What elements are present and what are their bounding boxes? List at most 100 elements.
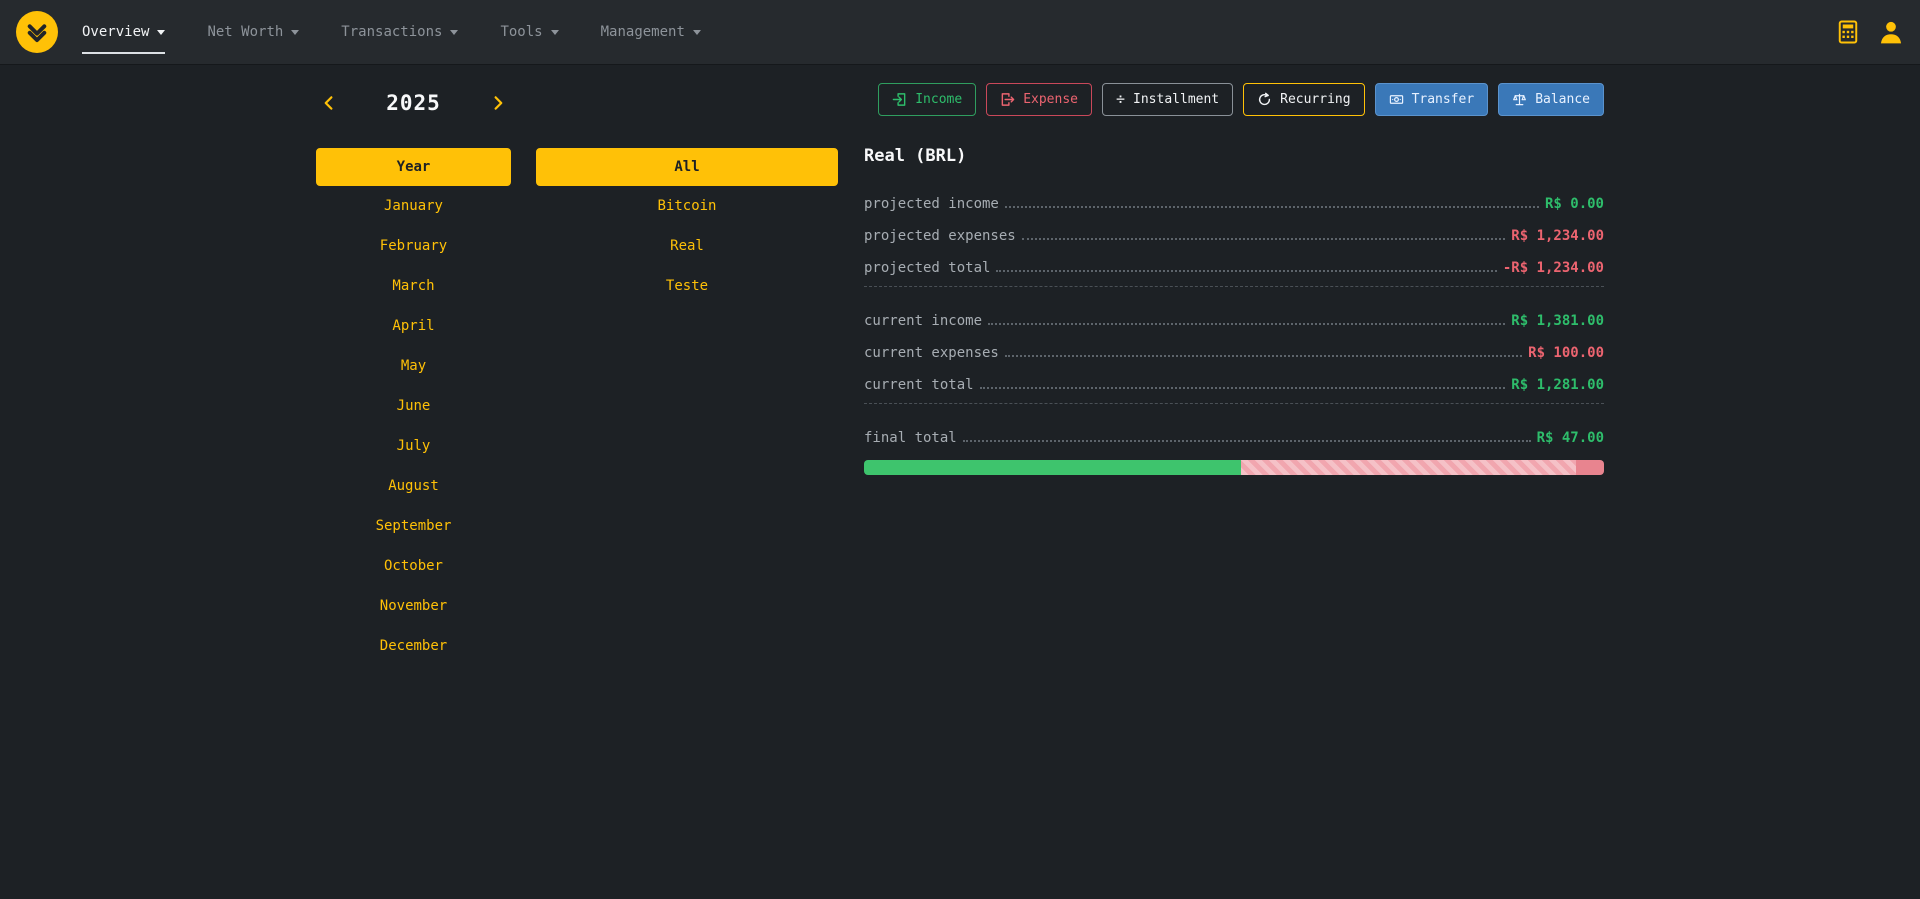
budget-progress-bar [864, 460, 1604, 475]
double-chevron-logo-icon [24, 19, 50, 45]
main-content: 2025 Year January February March April M… [0, 65, 1920, 666]
summary-row-projected-expenses: projected expenses R$ 1,234.00 [864, 218, 1604, 244]
summary-row-current-income: current income R$ 1,381.00 [864, 303, 1604, 329]
year-navigation: 2025 [316, 83, 511, 123]
caret-down-icon [157, 30, 165, 35]
nav-tools-label: Tools [500, 24, 542, 40]
nav-overview-label: Overview [82, 24, 149, 40]
transfer-filter-button[interactable]: Transfer [1375, 83, 1489, 116]
wallet-selector-spacer [536, 83, 838, 123]
row-label: current total [864, 377, 974, 393]
dotted-leader [980, 387, 1506, 389]
month-link-december[interactable]: December [316, 626, 511, 666]
month-link-february[interactable]: February [316, 226, 511, 266]
divide-icon: ÷ [1116, 92, 1125, 107]
summary-row-final-total: final total R$ 47.00 [864, 420, 1604, 446]
dotted-leader [1005, 206, 1539, 208]
box-arrow-in-right-icon [892, 92, 907, 107]
nav-tools[interactable]: Tools [500, 18, 558, 46]
next-year-button[interactable] [486, 89, 509, 117]
nav-management[interactable]: Management [601, 18, 701, 46]
repeat-icon [1257, 92, 1272, 107]
navbar-right [1836, 19, 1904, 45]
caret-down-icon [450, 30, 458, 35]
row-label: projected income [864, 196, 999, 212]
month-link-june[interactable]: June [316, 386, 511, 426]
progress-income-segment [864, 460, 1241, 475]
chevron-left-icon [322, 93, 337, 113]
year-button[interactable]: Year [316, 148, 511, 186]
row-value: R$ 100.00 [1528, 345, 1604, 361]
app-logo[interactable] [16, 11, 58, 53]
month-link-november[interactable]: November [316, 586, 511, 626]
summary-row-projected-total: projected total -R$ 1,234.00 [864, 250, 1604, 276]
row-value: -R$ 1,234.00 [1503, 260, 1604, 276]
user-icon[interactable] [1878, 19, 1904, 45]
month-link-july[interactable]: July [316, 426, 511, 466]
month-link-january[interactable]: January [316, 186, 511, 226]
month-link-april[interactable]: April [316, 306, 511, 346]
prev-year-button[interactable] [318, 89, 341, 117]
caret-down-icon [291, 30, 299, 35]
summary-row-current-expenses: current expenses R$ 100.00 [864, 335, 1604, 361]
cash-icon [1389, 92, 1404, 107]
wallet-link-teste[interactable]: Teste [536, 266, 838, 306]
nav-management-label: Management [601, 24, 685, 40]
month-link-march[interactable]: March [316, 266, 511, 306]
row-label: final total [864, 430, 957, 446]
scales-icon [1512, 92, 1527, 107]
row-label: current expenses [864, 345, 999, 361]
recurring-filter-label: Recurring [1280, 92, 1350, 107]
caret-down-icon [551, 30, 559, 35]
dotted-leader [996, 270, 1496, 272]
chevron-right-icon [490, 93, 505, 113]
section-divider [864, 403, 1604, 404]
currency-title: Real (BRL) [864, 146, 1604, 166]
row-value: R$ 47.00 [1537, 430, 1604, 446]
income-filter-button[interactable]: Income [878, 83, 976, 116]
balance-filter-label: Balance [1535, 92, 1590, 107]
row-label: projected expenses [864, 228, 1016, 244]
wallet-selector: All Bitcoin Real Teste [536, 83, 838, 666]
income-filter-label: Income [915, 92, 962, 107]
period-selector: 2025 Year January February March April M… [316, 83, 511, 666]
nav-net-worth-label: Net Worth [207, 24, 283, 40]
navbar: Overview Net Worth Transactions Tools Ma… [0, 0, 1920, 65]
row-value: R$ 1,234.00 [1511, 228, 1604, 244]
nav-transactions-label: Transactions [341, 24, 442, 40]
month-link-september[interactable]: September [316, 506, 511, 546]
wallet-link-bitcoin[interactable]: Bitcoin [536, 186, 838, 226]
dotted-leader [988, 323, 1505, 325]
balance-filter-button[interactable]: Balance [1498, 83, 1604, 116]
installment-filter-button[interactable]: ÷ Installment [1102, 83, 1233, 116]
transaction-filters: Income Expense ÷ Installment Recurring [864, 83, 1604, 116]
month-link-august[interactable]: August [316, 466, 511, 506]
year-label: 2025 [386, 91, 441, 115]
row-label: projected total [864, 260, 990, 276]
row-label: current income [864, 313, 982, 329]
calculator-icon[interactable] [1836, 20, 1860, 44]
expense-filter-button[interactable]: Expense [986, 83, 1092, 116]
installment-filter-label: Installment [1133, 92, 1219, 107]
dotted-leader [1022, 238, 1506, 240]
wallet-link-real[interactable]: Real [536, 226, 838, 266]
box-arrow-right-icon [1000, 92, 1015, 107]
caret-down-icon [693, 30, 701, 35]
dotted-leader [1005, 355, 1522, 357]
section-divider [864, 286, 1604, 287]
row-value: R$ 1,281.00 [1511, 377, 1604, 393]
nav-net-worth[interactable]: Net Worth [207, 18, 299, 46]
month-link-october[interactable]: October [316, 546, 511, 586]
progress-expense-solid-segment [1576, 460, 1604, 475]
progress-expense-striped-segment [1241, 460, 1575, 475]
recurring-filter-button[interactable]: Recurring [1243, 83, 1364, 116]
month-link-may[interactable]: May [316, 346, 511, 386]
nav-overview[interactable]: Overview [82, 18, 165, 46]
row-value: R$ 1,381.00 [1511, 313, 1604, 329]
summary-row-current-total: current total R$ 1,281.00 [864, 367, 1604, 393]
summary-row-projected-income: projected income R$ 0.00 [864, 186, 1604, 212]
wallet-list: Bitcoin Real Teste [536, 186, 838, 306]
transfer-filter-label: Transfer [1412, 92, 1475, 107]
nav-transactions[interactable]: Transactions [341, 18, 458, 46]
all-wallets-button[interactable]: All [536, 148, 838, 186]
